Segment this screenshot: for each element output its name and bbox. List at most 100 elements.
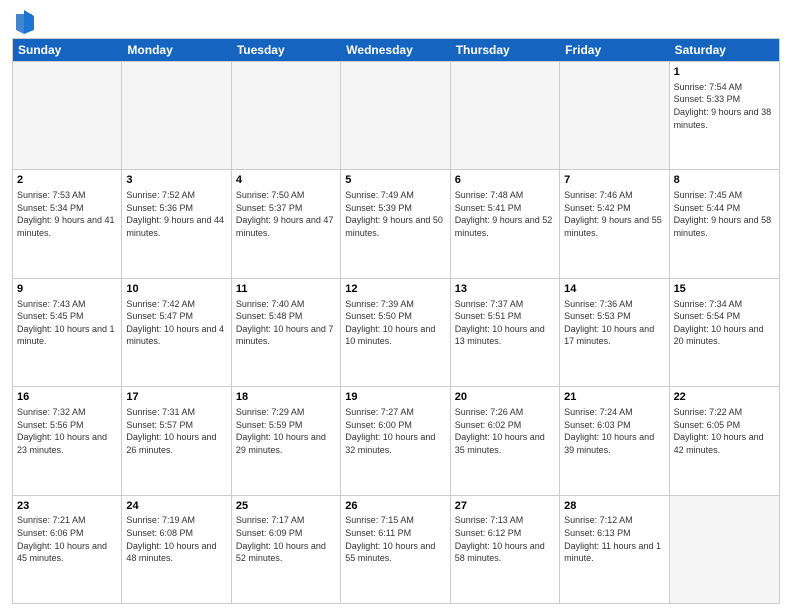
day-number: 5 <box>345 173 445 188</box>
day-number: 8 <box>674 173 775 188</box>
header <box>12 10 780 32</box>
day-info: Sunrise: 7:39 AM Sunset: 5:50 PM Dayligh… <box>345 298 445 348</box>
day-number: 14 <box>564 282 664 297</box>
day-info: Sunrise: 7:46 AM Sunset: 5:42 PM Dayligh… <box>564 189 664 239</box>
day-info: Sunrise: 7:45 AM Sunset: 5:44 PM Dayligh… <box>674 189 775 239</box>
calendar-cell: 17Sunrise: 7:31 AM Sunset: 5:57 PM Dayli… <box>122 387 231 494</box>
day-number: 4 <box>236 173 336 188</box>
weekday-header-thursday: Thursday <box>451 39 560 61</box>
calendar-row-4: 23Sunrise: 7:21 AM Sunset: 6:06 PM Dayli… <box>13 495 779 603</box>
calendar-cell: 2Sunrise: 7:53 AM Sunset: 5:34 PM Daylig… <box>13 170 122 277</box>
calendar-cell: 16Sunrise: 7:32 AM Sunset: 5:56 PM Dayli… <box>13 387 122 494</box>
calendar-row-0: 1Sunrise: 7:54 AM Sunset: 5:33 PM Daylig… <box>13 61 779 169</box>
day-info: Sunrise: 7:52 AM Sunset: 5:36 PM Dayligh… <box>126 189 226 239</box>
calendar-header: SundayMondayTuesdayWednesdayThursdayFrid… <box>13 39 779 61</box>
calendar-cell: 26Sunrise: 7:15 AM Sunset: 6:11 PM Dayli… <box>341 496 450 603</box>
day-info: Sunrise: 7:13 AM Sunset: 6:12 PM Dayligh… <box>455 514 555 564</box>
day-info: Sunrise: 7:37 AM Sunset: 5:51 PM Dayligh… <box>455 298 555 348</box>
day-info: Sunrise: 7:42 AM Sunset: 5:47 PM Dayligh… <box>126 298 226 348</box>
day-number: 25 <box>236 499 336 514</box>
day-number: 23 <box>17 499 117 514</box>
weekday-header-saturday: Saturday <box>670 39 779 61</box>
day-number: 12 <box>345 282 445 297</box>
day-number: 18 <box>236 390 336 405</box>
calendar-cell <box>122 62 231 169</box>
calendar-cell <box>670 496 779 603</box>
day-number: 2 <box>17 173 117 188</box>
day-info: Sunrise: 7:36 AM Sunset: 5:53 PM Dayligh… <box>564 298 664 348</box>
day-number: 9 <box>17 282 117 297</box>
calendar-cell: 15Sunrise: 7:34 AM Sunset: 5:54 PM Dayli… <box>670 279 779 386</box>
calendar-cell: 10Sunrise: 7:42 AM Sunset: 5:47 PM Dayli… <box>122 279 231 386</box>
calendar-cell: 20Sunrise: 7:26 AM Sunset: 6:02 PM Dayli… <box>451 387 560 494</box>
day-number: 3 <box>126 173 226 188</box>
day-number: 16 <box>17 390 117 405</box>
day-number: 22 <box>674 390 775 405</box>
day-number: 28 <box>564 499 664 514</box>
day-number: 13 <box>455 282 555 297</box>
weekday-header-monday: Monday <box>122 39 231 61</box>
logo-icon <box>14 10 34 34</box>
calendar-cell: 19Sunrise: 7:27 AM Sunset: 6:00 PM Dayli… <box>341 387 450 494</box>
calendar-cell <box>232 62 341 169</box>
day-info: Sunrise: 7:40 AM Sunset: 5:48 PM Dayligh… <box>236 298 336 348</box>
calendar-cell: 25Sunrise: 7:17 AM Sunset: 6:09 PM Dayli… <box>232 496 341 603</box>
calendar-cell: 14Sunrise: 7:36 AM Sunset: 5:53 PM Dayli… <box>560 279 669 386</box>
calendar-cell: 13Sunrise: 7:37 AM Sunset: 5:51 PM Dayli… <box>451 279 560 386</box>
day-info: Sunrise: 7:22 AM Sunset: 6:05 PM Dayligh… <box>674 406 775 456</box>
calendar-cell: 11Sunrise: 7:40 AM Sunset: 5:48 PM Dayli… <box>232 279 341 386</box>
day-number: 19 <box>345 390 445 405</box>
day-number: 15 <box>674 282 775 297</box>
calendar-cell: 24Sunrise: 7:19 AM Sunset: 6:08 PM Dayli… <box>122 496 231 603</box>
day-info: Sunrise: 7:32 AM Sunset: 5:56 PM Dayligh… <box>17 406 117 456</box>
calendar-row-2: 9Sunrise: 7:43 AM Sunset: 5:45 PM Daylig… <box>13 278 779 386</box>
calendar-row-1: 2Sunrise: 7:53 AM Sunset: 5:34 PM Daylig… <box>13 169 779 277</box>
day-info: Sunrise: 7:34 AM Sunset: 5:54 PM Dayligh… <box>674 298 775 348</box>
day-info: Sunrise: 7:15 AM Sunset: 6:11 PM Dayligh… <box>345 514 445 564</box>
calendar-cell: 6Sunrise: 7:48 AM Sunset: 5:41 PM Daylig… <box>451 170 560 277</box>
day-info: Sunrise: 7:31 AM Sunset: 5:57 PM Dayligh… <box>126 406 226 456</box>
calendar-cell: 5Sunrise: 7:49 AM Sunset: 5:39 PM Daylig… <box>341 170 450 277</box>
calendar-cell: 28Sunrise: 7:12 AM Sunset: 6:13 PM Dayli… <box>560 496 669 603</box>
day-info: Sunrise: 7:29 AM Sunset: 5:59 PM Dayligh… <box>236 406 336 456</box>
logo <box>12 10 34 32</box>
calendar-cell: 8Sunrise: 7:45 AM Sunset: 5:44 PM Daylig… <box>670 170 779 277</box>
calendar-cell: 12Sunrise: 7:39 AM Sunset: 5:50 PM Dayli… <box>341 279 450 386</box>
day-number: 11 <box>236 282 336 297</box>
day-info: Sunrise: 7:27 AM Sunset: 6:00 PM Dayligh… <box>345 406 445 456</box>
calendar-cell: 1Sunrise: 7:54 AM Sunset: 5:33 PM Daylig… <box>670 62 779 169</box>
weekday-header-sunday: Sunday <box>13 39 122 61</box>
calendar-cell: 21Sunrise: 7:24 AM Sunset: 6:03 PM Dayli… <box>560 387 669 494</box>
day-info: Sunrise: 7:48 AM Sunset: 5:41 PM Dayligh… <box>455 189 555 239</box>
calendar-cell: 9Sunrise: 7:43 AM Sunset: 5:45 PM Daylig… <box>13 279 122 386</box>
calendar-cell: 27Sunrise: 7:13 AM Sunset: 6:12 PM Dayli… <box>451 496 560 603</box>
day-info: Sunrise: 7:49 AM Sunset: 5:39 PM Dayligh… <box>345 189 445 239</box>
calendar-cell: 18Sunrise: 7:29 AM Sunset: 5:59 PM Dayli… <box>232 387 341 494</box>
day-number: 6 <box>455 173 555 188</box>
calendar-cell <box>13 62 122 169</box>
page: SundayMondayTuesdayWednesdayThursdayFrid… <box>0 0 792 612</box>
calendar-row-3: 16Sunrise: 7:32 AM Sunset: 5:56 PM Dayli… <box>13 386 779 494</box>
calendar-cell: 3Sunrise: 7:52 AM Sunset: 5:36 PM Daylig… <box>122 170 231 277</box>
weekday-header-friday: Friday <box>560 39 669 61</box>
day-info: Sunrise: 7:12 AM Sunset: 6:13 PM Dayligh… <box>564 514 664 564</box>
weekday-header-wednesday: Wednesday <box>341 39 450 61</box>
day-info: Sunrise: 7:53 AM Sunset: 5:34 PM Dayligh… <box>17 189 117 239</box>
day-number: 17 <box>126 390 226 405</box>
day-info: Sunrise: 7:24 AM Sunset: 6:03 PM Dayligh… <box>564 406 664 456</box>
calendar-cell: 4Sunrise: 7:50 AM Sunset: 5:37 PM Daylig… <box>232 170 341 277</box>
day-number: 21 <box>564 390 664 405</box>
calendar-body: 1Sunrise: 7:54 AM Sunset: 5:33 PM Daylig… <box>13 61 779 603</box>
day-info: Sunrise: 7:17 AM Sunset: 6:09 PM Dayligh… <box>236 514 336 564</box>
day-info: Sunrise: 7:50 AM Sunset: 5:37 PM Dayligh… <box>236 189 336 239</box>
weekday-header-tuesday: Tuesday <box>232 39 341 61</box>
calendar-cell <box>341 62 450 169</box>
day-number: 24 <box>126 499 226 514</box>
day-number: 7 <box>564 173 664 188</box>
day-number: 26 <box>345 499 445 514</box>
calendar-cell: 23Sunrise: 7:21 AM Sunset: 6:06 PM Dayli… <box>13 496 122 603</box>
day-number: 20 <box>455 390 555 405</box>
day-number: 27 <box>455 499 555 514</box>
calendar-cell <box>560 62 669 169</box>
calendar-cell: 22Sunrise: 7:22 AM Sunset: 6:05 PM Dayli… <box>670 387 779 494</box>
